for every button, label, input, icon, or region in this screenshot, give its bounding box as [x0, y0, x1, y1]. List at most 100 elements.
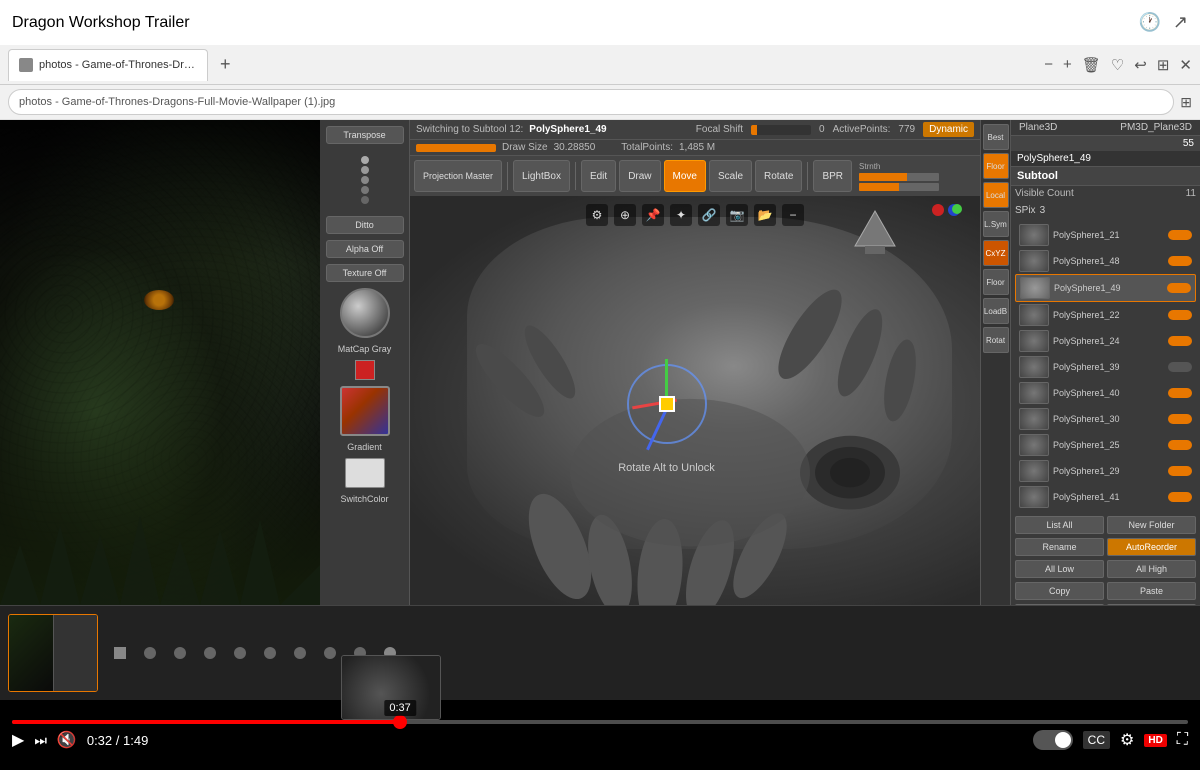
- rename-btn[interactable]: Rename: [1015, 538, 1104, 556]
- minus-icon[interactable]: −: [782, 204, 804, 226]
- draw-btn[interactable]: Draw: [619, 160, 660, 192]
- progress-thumb[interactable]: [393, 715, 407, 729]
- switch-color-swatch[interactable]: [345, 458, 385, 488]
- subtool-toggle-49[interactable]: [1167, 283, 1191, 293]
- color-indicator[interactable]: [355, 360, 375, 380]
- cursor-icon[interactable]: ⊕: [614, 204, 636, 226]
- address-bar[interactable]: photos - Game-of-Thrones-Dragons-Full-Mo…: [8, 89, 1174, 115]
- subtool-toggle-22[interactable]: [1168, 310, 1192, 320]
- floor2-btn[interactable]: Floor: [983, 269, 1009, 295]
- crop-icon[interactable]: ⊞: [1157, 56, 1170, 74]
- gear-canvas-icon[interactable]: ⚙: [586, 204, 608, 226]
- subtool-toggle-40[interactable]: [1168, 388, 1192, 398]
- best-btn[interactable]: Best: [983, 124, 1009, 150]
- cxyz-btn[interactable]: CxYZ: [983, 240, 1009, 266]
- subtool-item-polysphere25[interactable]: PolySphere1_25: [1015, 432, 1196, 458]
- subtool-thumb-29: [1019, 460, 1049, 482]
- subtool-toggle-39[interactable]: [1168, 362, 1192, 372]
- dragon-dark-top: [0, 120, 320, 266]
- folder-icon[interactable]: 📂: [754, 204, 776, 226]
- lightbox-btn[interactable]: LightBox: [513, 160, 570, 192]
- link-icon[interactable]: 🔗: [698, 204, 720, 226]
- next-button[interactable]: ⏭: [34, 732, 47, 749]
- share-icon[interactable]: ↗: [1173, 12, 1188, 33]
- title-bar-icons: 🕐 ↗: [1138, 12, 1188, 33]
- thumbnail-active[interactable]: [8, 614, 98, 692]
- subtool-item-polysphere30[interactable]: PolySphere1_30: [1015, 406, 1196, 432]
- ditto-btn[interactable]: Ditto: [326, 216, 404, 234]
- color-swatch[interactable]: [340, 386, 390, 436]
- browser-tab[interactable]: photos - Game-of-Thrones-Dragons-Full-Mo…: [8, 49, 208, 81]
- subtool-toggle-25[interactable]: [1168, 440, 1192, 450]
- progress-bar[interactable]: 0:37: [12, 720, 1188, 724]
- settings-button[interactable]: ⚙: [1120, 730, 1134, 750]
- zoom-in-icon[interactable]: +: [1063, 56, 1072, 73]
- gizmo-widget[interactable]: Rotate Alt to Unlock: [617, 354, 717, 454]
- matcap-label: MatCap Gray: [338, 344, 392, 354]
- lsym-btn[interactable]: L.Sym: [983, 211, 1009, 237]
- dot-1: [114, 647, 126, 659]
- camera-icon[interactable]: 📷: [726, 204, 748, 226]
- pin-icon[interactable]: 📌: [642, 204, 664, 226]
- move-btn[interactable]: Move: [664, 160, 706, 192]
- list-all-btn[interactable]: List All: [1015, 516, 1104, 534]
- auto-reorder-btn[interactable]: AutoReorder: [1107, 538, 1196, 556]
- subtool-item-polysphere49[interactable]: PolySphere1_49: [1015, 274, 1196, 302]
- toolbar-separator-2: [575, 162, 576, 190]
- material-sphere[interactable]: [340, 288, 390, 338]
- subtool-item-polysphere41[interactable]: PolySphere1_41: [1015, 484, 1196, 510]
- floor-btn[interactable]: Floor: [983, 153, 1009, 179]
- captions-button[interactable]: CC: [1083, 731, 1110, 749]
- subtool-item-polysphere24[interactable]: PolySphere1_24: [1015, 328, 1196, 354]
- new-folder-btn[interactable]: New Folder: [1107, 516, 1196, 534]
- projection-master-toolbar-btn[interactable]: Projection Master: [414, 160, 502, 192]
- subtool-item-polysphere22[interactable]: PolySphere1_22: [1015, 302, 1196, 328]
- subtool-item-polysphere21[interactable]: PolySphere1_21: [1015, 222, 1196, 248]
- projection-master-btn[interactable]: Transpose: [326, 126, 404, 144]
- subtool-toggle-41[interactable]: [1168, 492, 1192, 502]
- subtool-toggle-48[interactable]: [1168, 256, 1192, 266]
- thumb-left-preview: [9, 615, 53, 691]
- subtool-toggle-21[interactable]: [1168, 230, 1192, 240]
- dynamic-badge[interactable]: Dynamic: [923, 122, 974, 137]
- add-tab-button[interactable]: +: [216, 54, 235, 75]
- subtool-thumb-22: [1019, 304, 1049, 326]
- zbrush-canvas[interactable]: ⚙ ⊕ 📌 ✦ 🔗 📷 📂 −: [410, 196, 980, 605]
- paste-btn[interactable]: Paste: [1107, 582, 1196, 600]
- progress-bar-wrapper[interactable]: 0:37: [12, 720, 1188, 724]
- star-icon[interactable]: ✦: [670, 204, 692, 226]
- play-button[interactable]: ▶: [12, 730, 24, 750]
- undo-icon[interactable]: ↩: [1134, 56, 1147, 74]
- subtool-toggle-29[interactable]: [1168, 466, 1192, 476]
- edit-btn[interactable]: Edit: [581, 160, 616, 192]
- rotate-btn[interactable]: Rotate: [755, 160, 802, 192]
- rotate2-btn[interactable]: Rotat: [983, 327, 1009, 353]
- grid-icon: ⊞: [1180, 94, 1192, 111]
- scale-btn[interactable]: Scale: [709, 160, 752, 192]
- bpr-btn[interactable]: BPR: [813, 160, 852, 192]
- local-btn[interactable]: Local: [983, 182, 1009, 208]
- zbrush-left-panel: Transpose Ditto Alpha Off Texture Off Ma…: [320, 120, 410, 605]
- heart-icon[interactable]: ♡: [1111, 56, 1124, 74]
- autoplay-toggle[interactable]: [1033, 730, 1073, 750]
- delete-icon[interactable]: 🗑: [1082, 56, 1101, 74]
- subtool-toggle-30[interactable]: [1168, 414, 1192, 424]
- more-icon[interactable]: ✕: [1179, 56, 1192, 74]
- alpha-off-btn[interactable]: Alpha Off: [326, 240, 404, 258]
- subtool-item-polysphere39[interactable]: PolySphere1_39: [1015, 354, 1196, 380]
- subtool-item-polysphere29[interactable]: PolySphere1_29: [1015, 458, 1196, 484]
- subtool-item-polysphere40[interactable]: PolySphere1_40: [1015, 380, 1196, 406]
- sculpture-background: ⚙ ⊕ 📌 ✦ 🔗 📷 📂 −: [410, 196, 980, 605]
- subtool-item-polysphere48[interactable]: PolySphere1_48: [1015, 248, 1196, 274]
- loadb-btn[interactable]: LoadB: [983, 298, 1009, 324]
- all-high-btn[interactable]: All High: [1107, 560, 1196, 578]
- copy-row: Copy Paste: [1011, 580, 1200, 602]
- volume-button[interactable]: 🔇: [57, 730, 77, 750]
- all-low-btn[interactable]: All Low: [1015, 560, 1104, 578]
- copy-btn[interactable]: Copy: [1015, 582, 1104, 600]
- subtool-toggle-24[interactable]: [1168, 336, 1192, 346]
- zoom-out-icon[interactable]: −: [1044, 56, 1053, 73]
- fullscreen-button[interactable]: ⛶: [1177, 731, 1188, 749]
- gizmo-center-handle[interactable]: [659, 396, 675, 412]
- texture-off-btn[interactable]: Texture Off: [326, 264, 404, 282]
